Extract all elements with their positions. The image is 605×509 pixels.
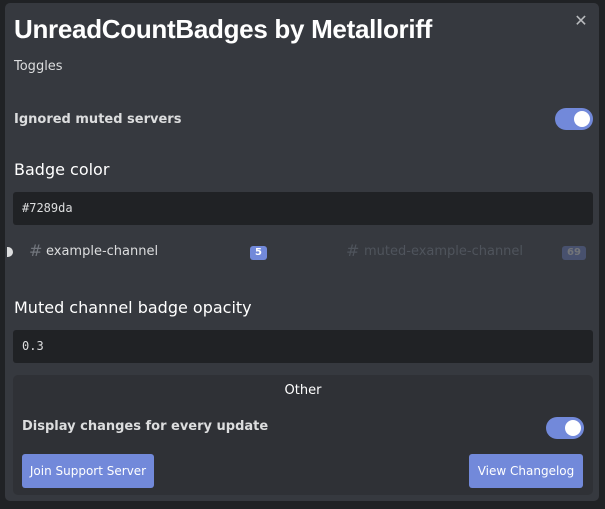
toggles-heading: Toggles xyxy=(14,59,63,74)
display-changes-toggle[interactable] xyxy=(546,417,584,439)
hash-icon: # xyxy=(29,241,43,260)
toggle-knob xyxy=(574,111,590,127)
ignored-muted-servers-toggle[interactable] xyxy=(555,108,593,130)
muted-opacity-input[interactable] xyxy=(13,330,593,363)
other-heading: Other xyxy=(284,383,322,398)
muted-channel-name[interactable]: muted-example-channel xyxy=(364,244,523,259)
unread-count-badge: 5 xyxy=(250,246,267,260)
muted-opacity-heading: Muted channel badge opacity xyxy=(14,298,252,317)
other-section: Other Display changes for every update J… xyxy=(13,375,593,495)
muted-hash-icon: # xyxy=(346,241,360,260)
modal-title: UnreadCountBadges by Metalloriff xyxy=(14,14,432,44)
close-icon[interactable]: ✕ xyxy=(571,11,591,31)
unread-indicator xyxy=(7,247,13,257)
view-changelog-button[interactable]: View Changelog xyxy=(469,454,583,488)
badge-color-input[interactable] xyxy=(13,192,593,225)
display-changes-label: Display changes for every update xyxy=(22,419,269,434)
toggle-knob xyxy=(565,420,581,436)
badge-preview: # example-channel 5 # muted-example-chan… xyxy=(5,239,599,265)
badge-color-heading: Badge color xyxy=(14,160,110,179)
muted-unread-count-badge: 69 xyxy=(562,246,586,260)
join-support-server-button[interactable]: Join Support Server xyxy=(22,454,154,488)
ignored-muted-servers-label: Ignored muted servers xyxy=(14,112,182,127)
settings-modal: ✕ UnreadCountBadges by Metalloriff Toggl… xyxy=(5,3,599,501)
example-channel-name[interactable]: example-channel xyxy=(46,244,158,259)
